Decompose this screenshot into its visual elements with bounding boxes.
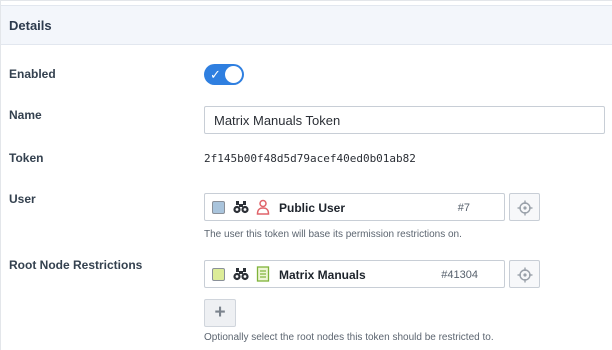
panel-title: Details — [9, 18, 52, 33]
toggle-knob — [225, 66, 242, 83]
user-help-text: The user this token will base its permis… — [204, 229, 462, 240]
root-node-asset-selector[interactable]: Matrix Manuals #41304 — [204, 260, 505, 288]
root-node-help-text: Optionally select the root nodes this to… — [204, 332, 494, 343]
page-icon — [256, 266, 270, 282]
root-node-asset-id: #41304 — [441, 269, 478, 281]
plus-icon: + — [214, 302, 226, 323]
token-value: 2f145b00f48d5d79acef40ed0b01ab82 — [204, 152, 416, 165]
root-node-asset-name: Matrix Manuals — [279, 268, 366, 282]
binoculars-icon[interactable] — [233, 200, 249, 214]
add-root-node-button[interactable]: + — [204, 299, 236, 327]
user-label: User — [9, 192, 36, 206]
user-asset-selector[interactable]: Public User #7 — [204, 193, 505, 221]
root-node-pick-button[interactable] — [509, 260, 540, 288]
root-node-label: Root Node Restrictions — [9, 258, 143, 272]
user-pick-button[interactable] — [509, 193, 540, 221]
root-node-status-swatch — [212, 268, 225, 281]
user-status-swatch — [212, 201, 225, 214]
binoculars-icon[interactable] — [233, 267, 249, 281]
name-input[interactable] — [204, 106, 605, 134]
user-asset-id: #7 — [457, 202, 470, 214]
token-label: Token — [9, 151, 44, 165]
check-icon: ✓ — [210, 67, 221, 82]
user-asset-name: Public User — [279, 201, 346, 215]
name-label: Name — [9, 108, 42, 122]
crosshair-icon — [517, 267, 533, 283]
crosshair-icon — [517, 200, 533, 216]
user-icon — [256, 199, 270, 215]
panel-header: Details — [1, 5, 612, 45]
enabled-label: Enabled — [9, 67, 56, 81]
enabled-toggle[interactable]: ✓ — [204, 64, 244, 85]
details-panel: Details Enabled ✓ Name Token 2f145b00f48… — [0, 0, 612, 350]
